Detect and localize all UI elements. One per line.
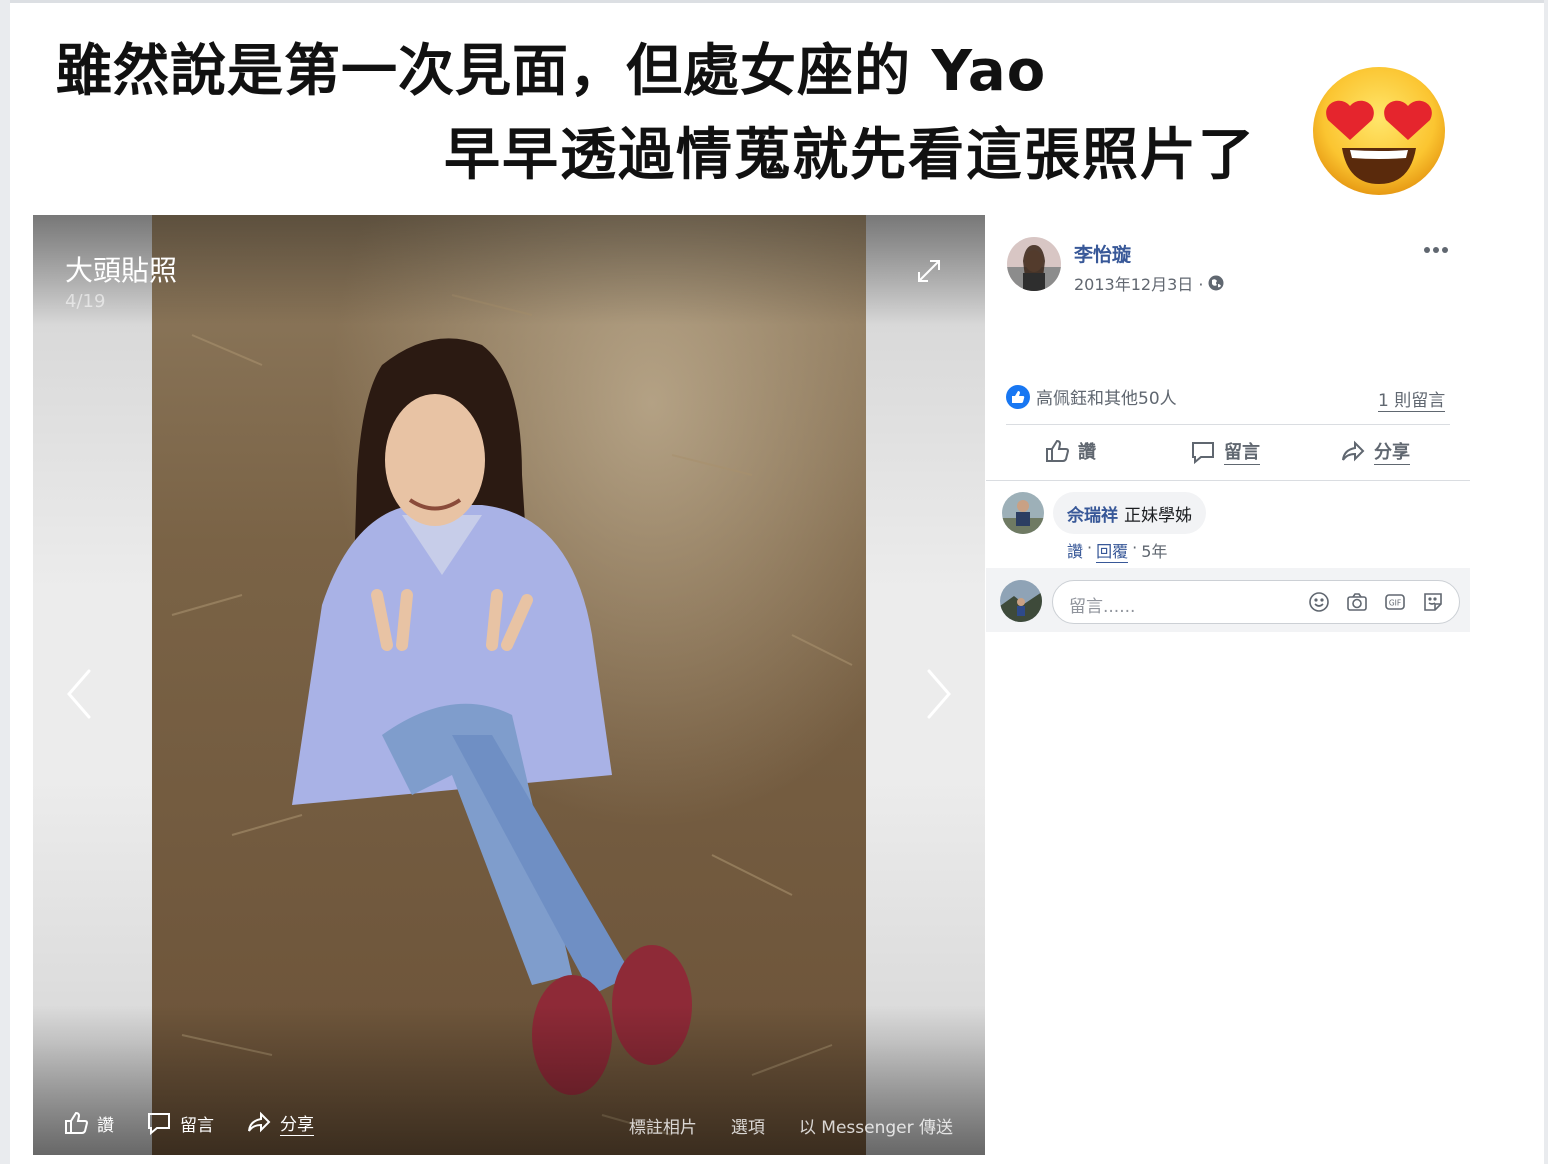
viewer-like-button[interactable]: 讚 (63, 1110, 114, 1136)
post-date: 2013年12月3日 · (1074, 271, 1224, 295)
share-icon (1342, 440, 1365, 461)
viewer-action-bar: 讚 留言 分享 (63, 1110, 314, 1136)
commenter-avatar[interactable] (1002, 492, 1044, 534)
composer-icons: GIF (1307, 590, 1445, 614)
current-user-avatar (1000, 580, 1042, 622)
comment-age[interactable]: 5年 (1141, 538, 1167, 563)
like-reaction-icon (1006, 384, 1030, 409)
comment-input[interactable]: 留言...... GIF (1052, 580, 1460, 624)
divider (986, 480, 1470, 481)
heart-eyes-emoji-icon (1313, 67, 1445, 195)
reactions-text: 高佩鈺和其他50人 (1036, 389, 1177, 409)
post-action-bar: 讚 留言 分享 (1006, 438, 1450, 468)
like-label: 讚 (1078, 442, 1096, 463)
comment-button[interactable]: 留言 (1190, 438, 1260, 465)
comment-bubble: 佘瑞祥 正妹學姊 (1053, 492, 1206, 534)
comment-label: 留言 (1224, 438, 1260, 465)
comment-count-link[interactable]: 1 則留言 (1378, 386, 1446, 412)
window-right-edge (1544, 0, 1548, 1164)
comment-icon (1192, 441, 1214, 464)
divider (1006, 424, 1450, 425)
share-label: 分享 (1374, 438, 1410, 465)
photo-viewer: 大頭貼照 4/19 讚 留言 分享 標註相片 選項 以 Messenger 傳送 (33, 215, 985, 1155)
window-top-edge (0, 0, 1548, 3)
emoji-icon[interactable] (1307, 590, 1331, 614)
camera-icon[interactable] (1345, 590, 1369, 614)
window-left-edge (0, 0, 10, 1164)
comment-meta: 讚 · 回覆 · 5年 (1067, 538, 1167, 563)
separator: · (1087, 538, 1093, 557)
tag-photo-link[interactable]: 標註相片 (629, 1113, 697, 1138)
share-icon (248, 1111, 271, 1133)
gif-icon[interactable]: GIF (1383, 590, 1407, 614)
photo-index: 4/19 (65, 291, 106, 312)
viewer-share-button[interactable]: 分享 (246, 1110, 314, 1136)
viewer-share-label: 分享 (280, 1110, 314, 1136)
options-link[interactable]: 選項 (731, 1113, 765, 1138)
comment-author[interactable]: 佘瑞祥 (1067, 501, 1118, 526)
comment-reply-link[interactable]: 回覆 (1096, 538, 1129, 563)
viewer-comment-label: 留言 (180, 1115, 214, 1136)
post-author-name[interactable]: 李怡璇 (1074, 240, 1131, 267)
expand-icon[interactable] (915, 257, 943, 285)
viewer-comment-button[interactable]: 留言 (146, 1110, 214, 1136)
thumbs-up-icon (65, 1111, 89, 1134)
send-messenger-link[interactable]: 以 Messenger 傳送 (799, 1113, 953, 1138)
comment-input-placeholder: 留言...... (1069, 597, 1136, 617)
viewer-like-label: 讚 (97, 1115, 114, 1136)
caption-line-2: 早早透過情蒐就先看這張照片了 (444, 123, 1256, 188)
thumbs-up-icon (1046, 439, 1070, 462)
album-title[interactable]: 大頭貼照 (65, 249, 177, 289)
more-options-icon[interactable] (1422, 240, 1450, 260)
comment-like-link[interactable]: 讚 (1067, 538, 1083, 563)
separator: · (1132, 538, 1138, 557)
post-date-text[interactable]: 2013年12月3日 · (1074, 271, 1203, 295)
caption-line-1: 雖然說是第一次見面，但處女座的 Yao (56, 39, 1047, 104)
chevron-right-icon[interactable] (925, 667, 955, 721)
comment-text: 正妹學姊 (1124, 505, 1192, 526)
chevron-left-icon[interactable] (63, 667, 93, 721)
share-button[interactable]: 分享 (1340, 438, 1410, 465)
comment-icon (148, 1113, 170, 1136)
author-avatar[interactable] (1007, 237, 1061, 291)
like-button[interactable]: 讚 (1044, 438, 1096, 464)
sticker-icon[interactable] (1421, 590, 1445, 614)
viewer-options-bar: 標註相片 選項 以 Messenger 傳送 (629, 1113, 953, 1138)
reactions-summary[interactable]: 高佩鈺和其他50人 (1006, 384, 1177, 409)
svg-text:GIF: GIF (1389, 599, 1401, 608)
globe-icon (1208, 275, 1224, 291)
